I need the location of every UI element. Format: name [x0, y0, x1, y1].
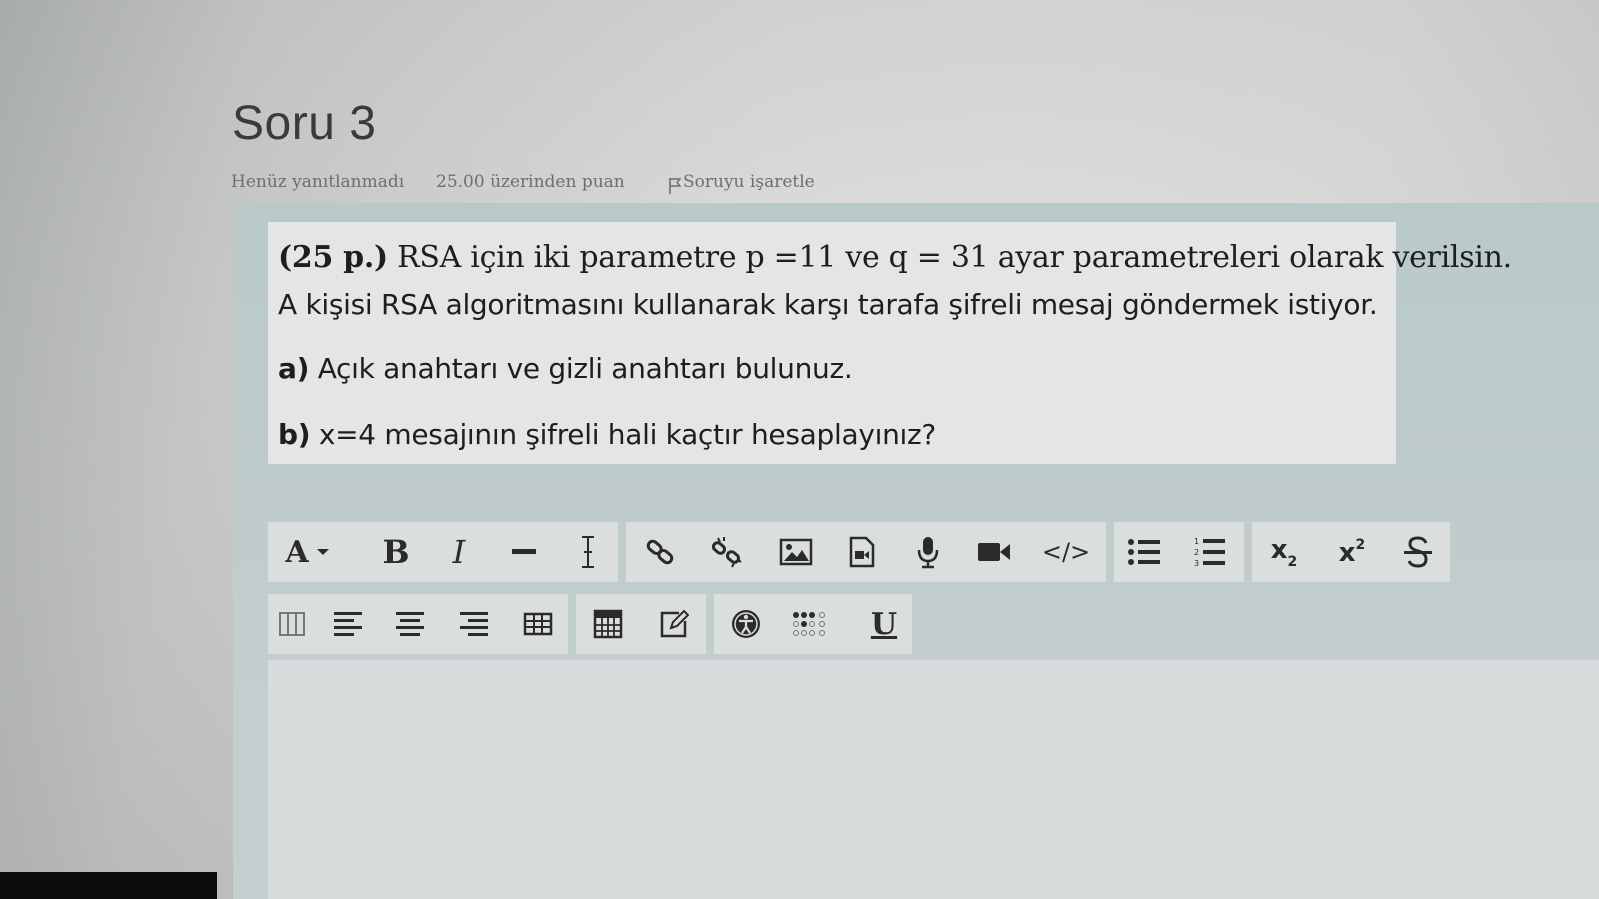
toolbar-group-script: x2 x2	[1252, 522, 1450, 582]
points-prefix: (25 p.)	[278, 240, 388, 275]
numbered-list-button[interactable]: 1 2 3	[1190, 532, 1230, 572]
accessibility-icon	[732, 610, 760, 638]
toolbar-group-layout	[268, 594, 568, 654]
align-right-icon	[460, 612, 488, 636]
strikethrough-icon	[1404, 536, 1432, 568]
screen-bottom-bezel	[0, 872, 217, 899]
font-color-label: A	[285, 534, 309, 570]
svg-text:1: 1	[1194, 537, 1199, 546]
question-line-1-text: RSA için iki parametre p =11 ve q = 31 a…	[387, 240, 1512, 275]
flag-icon[interactable]	[668, 177, 682, 195]
underline-button[interactable]: U	[864, 604, 904, 644]
strikethrough-button[interactable]	[1398, 532, 1438, 572]
calculator-button[interactable]	[588, 604, 628, 644]
subscript-button[interactable]: x2	[1264, 532, 1304, 572]
font-color-button[interactable]: A	[278, 532, 338, 572]
superscript-icon: x2	[1339, 537, 1366, 568]
superscript-mark: 2	[1355, 536, 1366, 553]
part-b-text: x=4 mesajının şifreli hali kaçtır hesapl…	[310, 418, 936, 451]
bullet-list-icon	[1128, 539, 1160, 565]
question-part-b: b) x=4 mesajının şifreli hali kaçtır hes…	[278, 418, 936, 451]
part-a-text: Açık anahtarı ve gizli anahtarı bulunuz.	[309, 352, 853, 385]
underline-icon: U	[870, 606, 898, 642]
svg-text:3: 3	[1194, 559, 1199, 568]
superscript-button[interactable]: x2	[1332, 532, 1372, 572]
toolbar-group-insert: </>	[626, 522, 1106, 582]
toolbar-group-accessibility: U	[714, 594, 912, 654]
question-part-a: a) Açık anahtarı ve gizli anahtarı bulun…	[278, 352, 853, 385]
microphone-button[interactable]	[908, 532, 948, 572]
subscript-mark: 2	[1287, 553, 1298, 570]
toolbar-group-format: A B I	[268, 522, 618, 582]
align-left-button[interactable]	[328, 604, 368, 644]
video-camera-icon	[978, 543, 1010, 561]
text-cursor-icon	[582, 536, 594, 568]
table-icon	[523, 612, 553, 636]
link-icon	[646, 539, 674, 565]
calculator-icon	[593, 609, 623, 639]
microphone-icon	[917, 537, 939, 569]
braille-button[interactable]	[790, 604, 830, 644]
unlink-icon	[711, 537, 742, 568]
image-icon	[779, 538, 813, 566]
edit-button[interactable]	[654, 604, 694, 644]
question-title: Soru 3	[232, 97, 377, 150]
flag-question-link[interactable]: Soruyu işaretle	[683, 172, 815, 192]
toolbar-group-tools	[576, 594, 706, 654]
superscript-base: x	[1338, 537, 1356, 568]
numbered-list-icon: 1 2 3	[1194, 537, 1225, 568]
svg-text:2: 2	[1194, 548, 1199, 557]
chevron-down-icon	[316, 549, 329, 555]
columns-icon	[279, 612, 305, 636]
unlink-button[interactable]	[706, 532, 746, 572]
editor-toolbar-row-1: A B I </> 1 2 3 x2 x2	[0, 522, 1599, 582]
bold-icon: B	[382, 533, 410, 571]
text-cursor-button[interactable]	[568, 532, 608, 572]
subscript-base: x	[1270, 534, 1288, 565]
part-a-label: a)	[278, 352, 310, 385]
table-button[interactable]	[518, 604, 558, 644]
toolbar-group-lists: 1 2 3	[1114, 522, 1244, 582]
question-status: Henüz yanıtlanmadı	[231, 172, 405, 192]
edit-icon	[660, 609, 689, 638]
italic-icon: I	[452, 533, 466, 571]
answer-editor[interactable]	[268, 660, 1599, 899]
horizontal-rule-button[interactable]	[504, 532, 544, 572]
align-center-button[interactable]	[390, 604, 430, 644]
html-code-button[interactable]: </>	[1042, 532, 1090, 572]
horizontal-rule-icon	[512, 549, 536, 554]
accessibility-button[interactable]	[726, 604, 766, 644]
subscript-icon: x2	[1271, 535, 1298, 570]
italic-button[interactable]: I	[439, 532, 479, 572]
editor-toolbar-row-2: U	[0, 594, 1599, 654]
align-right-button[interactable]	[454, 604, 494, 644]
question-line-1: (25 p.) RSA için iki parametre p =11 ve …	[278, 240, 1512, 275]
braille-icon	[793, 612, 825, 636]
question-points: 25.00 üzerinden puan	[436, 172, 625, 192]
bullet-list-button[interactable]	[1124, 532, 1164, 572]
align-center-icon	[396, 612, 424, 636]
part-b-label: b)	[278, 418, 311, 451]
media-file-button[interactable]	[842, 532, 882, 572]
columns-button[interactable]	[272, 604, 312, 644]
media-file-icon	[849, 536, 875, 568]
code-icon: </>	[1041, 538, 1091, 566]
image-button[interactable]	[776, 532, 816, 572]
link-button[interactable]	[640, 532, 680, 572]
video-button[interactable]	[974, 532, 1014, 572]
question-line-2: A kişisi RSA algoritmasını kullanarak ka…	[278, 288, 1378, 321]
align-left-icon	[334, 612, 362, 636]
bold-button[interactable]: B	[376, 532, 416, 572]
